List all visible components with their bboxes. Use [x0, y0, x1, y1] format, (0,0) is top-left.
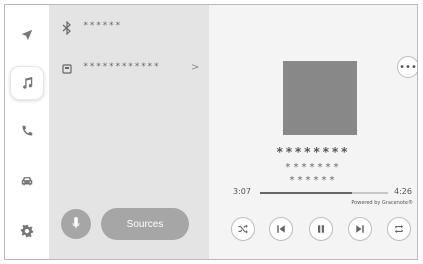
pause-button[interactable] [309, 217, 333, 241]
artist-name: ******* [284, 162, 342, 173]
audio-button[interactable] [11, 67, 43, 99]
bluetooth-icon [62, 21, 71, 35]
powered-by-label: Powered by Gracenote® [351, 200, 413, 206]
phone-icon [22, 125, 33, 136]
skip-next-icon [356, 225, 364, 233]
navigation-arrow-icon [21, 29, 33, 41]
repeat-icon [394, 224, 404, 234]
left-rail [5, 5, 50, 259]
repeat-button[interactable] [387, 217, 411, 241]
usb-device-icon [62, 64, 72, 74]
gear-icon [20, 224, 34, 238]
navigation-button[interactable] [11, 19, 43, 51]
infotainment-screen: ****** ************ > Sources ••• ******… [4, 4, 418, 260]
list-item-bluetooth[interactable]: ****** [49, 18, 209, 38]
sources-button[interactable]: Sources [101, 208, 189, 240]
shuffle-icon [238, 224, 248, 234]
album-name: ****** [288, 175, 338, 186]
track-title: ******** [276, 145, 350, 159]
more-options-button[interactable]: ••• [397, 56, 417, 78]
vehicle-button[interactable] [11, 165, 43, 197]
source-list-pane: ****** ************ > Sources [49, 5, 209, 259]
total-time: 4:26 [394, 187, 412, 196]
now-playing-pane: ••• ******** ******* ****** 3:07 4:26 Po… [209, 5, 417, 259]
elapsed-time: 3:07 [233, 187, 251, 196]
microphone-icon [72, 217, 80, 229]
pause-icon [318, 225, 324, 233]
previous-track-button[interactable] [269, 217, 293, 241]
progress-bar[interactable] [260, 192, 388, 194]
voice-command-button[interactable] [61, 209, 91, 239]
list-item-usb[interactable]: ************ > [49, 59, 209, 79]
list-item-label: ****** [83, 21, 122, 31]
settings-button[interactable] [11, 215, 43, 247]
album-art [283, 61, 357, 135]
music-note-icon [23, 76, 33, 89]
chevron-right-icon: > [191, 62, 200, 73]
progress-fill [260, 192, 353, 194]
shuffle-button[interactable] [231, 217, 255, 241]
car-icon [21, 177, 33, 186]
next-track-button[interactable] [348, 217, 372, 241]
phone-button[interactable] [11, 115, 43, 147]
list-item-label: ************ [83, 62, 161, 72]
skip-previous-icon [277, 225, 285, 233]
